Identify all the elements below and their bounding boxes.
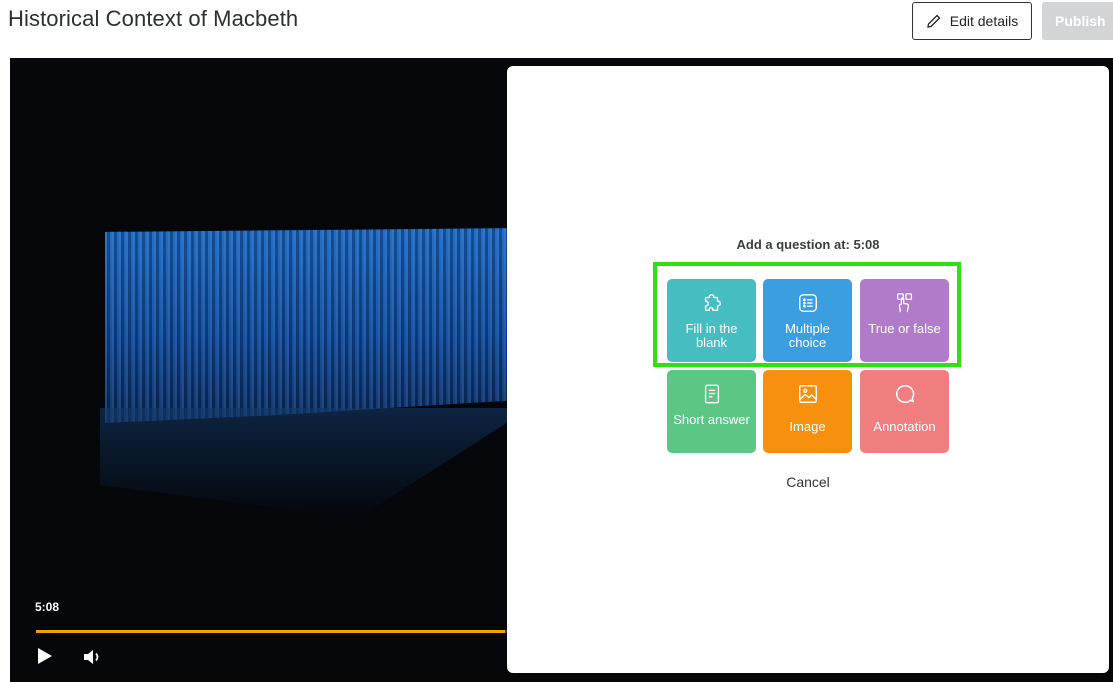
current-time: 5:08	[35, 600, 60, 614]
page-title: Historical Context of Macbeth	[8, 6, 299, 31]
progress-fill	[36, 630, 506, 633]
annotation-button[interactable]: Annotation	[860, 370, 949, 453]
speech-bubble-icon	[895, 385, 914, 403]
pencil-icon	[926, 14, 941, 28]
tile-label: Image	[789, 419, 826, 434]
video-frame-floor	[100, 408, 530, 518]
video-frame-curtain	[105, 228, 525, 423]
play-icon[interactable]	[36, 647, 54, 665]
short-answer-button[interactable]: Short answer	[667, 370, 756, 453]
tile-label: Short answer	[673, 412, 750, 427]
publish-button: Publish	[1042, 2, 1113, 40]
highlight-box	[653, 262, 961, 367]
dialog-heading: Add a question at: 5:08	[736, 237, 880, 252]
cancel-button[interactable]: Cancel	[507, 474, 1109, 490]
tile-label: Annotation	[873, 419, 936, 434]
volume-icon[interactable]	[82, 647, 104, 667]
add-question-dialog: Add a question at: 5:08 Fill in the blan…	[507, 66, 1109, 673]
image-button[interactable]: Image	[763, 370, 852, 453]
edit-details-label: Edit details	[949, 13, 1019, 29]
document-icon	[704, 384, 719, 404]
edit-details-button[interactable]: Edit details	[912, 2, 1032, 40]
image-icon	[798, 385, 817, 403]
